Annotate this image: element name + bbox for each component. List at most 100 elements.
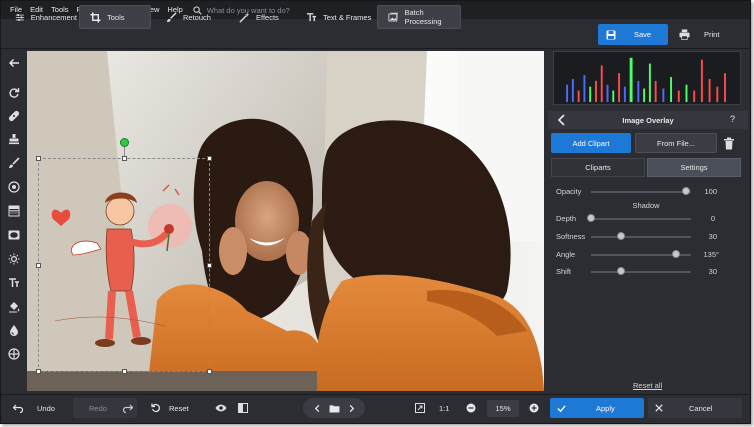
resize-handle[interactable] (207, 156, 212, 161)
file-navigation (303, 398, 365, 418)
tab-text-frames[interactable]: Text & Frames (296, 5, 374, 29)
tab-retouch[interactable]: Retouch (156, 5, 224, 29)
resize-handle[interactable] (36, 369, 41, 374)
undo-button[interactable]: Undo (13, 398, 65, 418)
bandage-icon[interactable] (7, 109, 20, 122)
vignette-icon[interactable] (7, 228, 20, 241)
printer-icon (679, 29, 690, 40)
checkmark-icon (557, 404, 566, 412)
undo-icon (13, 404, 23, 413)
softness-label: Softness (556, 232, 586, 241)
add-clipart-button[interactable]: Add Clipart (551, 133, 631, 153)
next-image-icon[interactable] (347, 404, 356, 413)
zoom-value[interactable]: 15% (487, 400, 519, 417)
compare-icon[interactable] (238, 398, 250, 418)
tab-tools[interactable]: Tools (79, 5, 151, 29)
floppy-icon (606, 30, 616, 39)
reset-button[interactable]: Reset (151, 398, 207, 418)
sun-icon[interactable] (7, 252, 20, 265)
tab-enhancement[interactable]: Enhancement (5, 5, 77, 29)
angle-label: Angle (556, 250, 576, 259)
tab-label: Text & Frames (323, 12, 372, 22)
save-label: Save (634, 30, 652, 39)
apply-button[interactable]: Apply (550, 398, 644, 418)
shadow-header: Shadow (632, 201, 660, 210)
selection-box[interactable] (38, 158, 210, 372)
from-file-button[interactable]: From File... (635, 133, 717, 153)
reset-all-link[interactable]: Reset all (633, 381, 662, 390)
save-button[interactable]: Save (598, 24, 668, 45)
rotate-handle[interactable] (120, 138, 129, 147)
shift-value: 30 (708, 267, 717, 276)
blur-icon[interactable] (7, 323, 20, 336)
close-icon (655, 404, 663, 412)
sliders-icon (15, 13, 24, 21)
shift-knob[interactable] (617, 267, 625, 275)
print-label: Print (704, 30, 720, 39)
brush-icon (166, 11, 177, 22)
stamp-icon[interactable] (7, 132, 20, 145)
gradient-icon[interactable] (7, 204, 20, 217)
zoom-out-icon[interactable] (466, 398, 478, 418)
reset-icon (151, 403, 160, 413)
crop-icon (90, 11, 101, 23)
cancel-button[interactable]: Cancel (648, 398, 742, 418)
tab-label: Retouch (183, 12, 211, 22)
redo-icon (122, 404, 133, 413)
folder-icon[interactable] (329, 404, 340, 413)
softness-track[interactable] (591, 236, 691, 238)
radial-icon[interactable] (7, 180, 20, 193)
opacity-track[interactable] (591, 191, 691, 193)
rotate-icon[interactable] (7, 86, 20, 99)
prev-image-icon[interactable] (313, 404, 322, 413)
resize-handle[interactable] (36, 156, 41, 161)
magic-wand-icon (239, 11, 250, 23)
depth-value: 0 (710, 214, 715, 223)
tab-label: Effects (256, 12, 279, 22)
depth-knob[interactable] (587, 214, 595, 222)
tab-effects[interactable]: Effects (229, 5, 293, 29)
resize-handle[interactable] (122, 369, 127, 374)
depth-track[interactable] (591, 218, 691, 220)
photo-canvas[interactable] (27, 51, 544, 391)
opacity-value: 100 (704, 187, 717, 196)
redo-button[interactable]: Redo (73, 398, 137, 418)
tab-label: Enhancement (30, 12, 77, 22)
tab-settings[interactable]: Settings (647, 158, 741, 177)
shift-track[interactable] (591, 271, 691, 273)
print-button[interactable]: Print (671, 24, 741, 45)
angle-value: 135° (703, 250, 719, 259)
eye-icon[interactable] (215, 398, 227, 418)
back-arrow-icon[interactable] (7, 56, 20, 69)
softness-value: 30 (708, 232, 717, 241)
images-icon (388, 12, 399, 21)
panel-title: Image Overlay (548, 111, 748, 129)
overlay-icon[interactable] (7, 347, 20, 360)
tab-cliparts[interactable]: Cliparts (551, 158, 645, 177)
back-arrow-icon[interactable] (557, 114, 567, 126)
tab-batch-processing[interactable]: Batch Processing (377, 5, 461, 29)
tab-label: Tools (107, 12, 125, 22)
angle-knob[interactable] (672, 250, 680, 258)
left-tool-strip (1, 49, 26, 393)
text-icon (306, 12, 317, 21)
depth-label: Depth (556, 214, 577, 223)
fill-icon[interactable] (7, 300, 20, 313)
tab-label: Batch Processing (404, 8, 442, 26)
text-icon[interactable] (7, 276, 20, 289)
resize-handle[interactable] (207, 369, 212, 374)
resize-handle[interactable] (122, 156, 127, 161)
zoom-in-icon[interactable] (529, 398, 541, 418)
app-window: File Edit Tools Retouch Effects View Hel… (0, 0, 751, 424)
histogram (553, 51, 741, 105)
shift-label: Shift (556, 267, 572, 276)
zoom-1to1-button[interactable]: 1:1 (439, 398, 455, 418)
help-button[interactable]: ? (730, 114, 735, 124)
trash-icon[interactable] (723, 137, 735, 150)
opacity-label: Opacity (556, 187, 582, 196)
resize-handle[interactable] (36, 263, 41, 268)
brush-icon[interactable] (7, 156, 20, 169)
softness-knob[interactable] (617, 232, 625, 240)
fit-to-screen-icon[interactable] (415, 398, 427, 418)
resize-handle[interactable] (207, 263, 212, 268)
